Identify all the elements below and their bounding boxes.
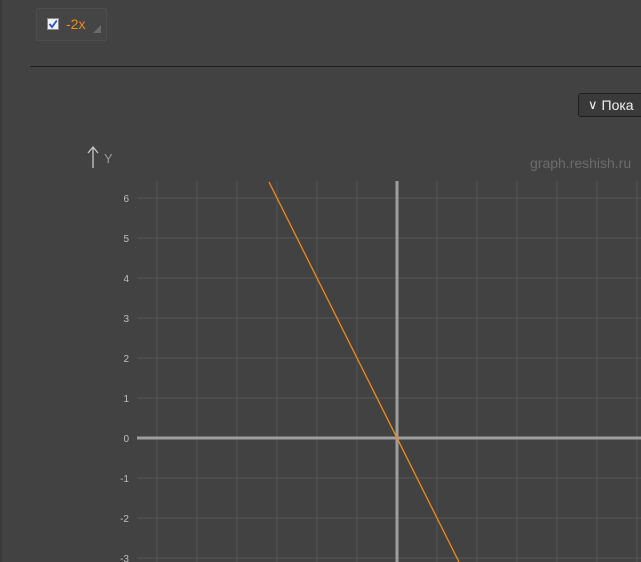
y-tick-label: -3 (120, 554, 129, 562)
y-tick-label: 1 (123, 394, 129, 405)
y-tick-label: 0 (123, 434, 129, 445)
y-tick-label: 2 (123, 354, 129, 365)
y-tick-label: -2 (120, 514, 129, 525)
graph-plot[interactable]: 6 5 4 3 2 1 0 -1 -2 -3 (0, 0, 641, 562)
y-tick-label: 4 (123, 274, 129, 285)
y-tick-label: 5 (123, 234, 129, 245)
y-tick-label: -1 (120, 474, 129, 485)
y-tick-label: 3 (123, 314, 129, 325)
series-line[interactable] (268, 181, 460, 562)
y-tick-label: 6 (123, 194, 129, 205)
